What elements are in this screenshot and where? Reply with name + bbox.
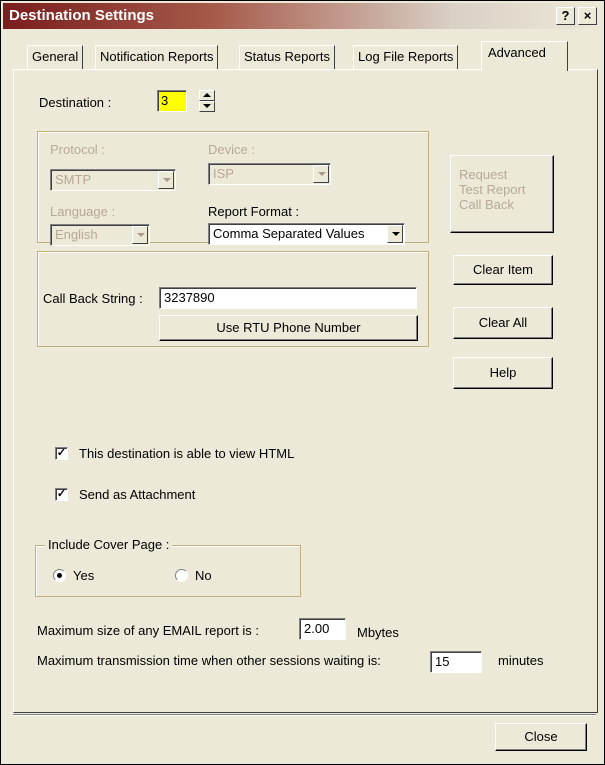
- close-button[interactable]: Close: [495, 723, 587, 751]
- close-icon[interactable]: ×: [578, 7, 597, 25]
- device-label: Device :: [208, 142, 255, 157]
- tab-notification-reports[interactable]: Notification Reports: [95, 45, 219, 69]
- chevron-down-icon: [313, 165, 329, 183]
- cover-page-yes-radio[interactable]: [53, 569, 66, 582]
- destination-label: Destination :: [39, 95, 112, 110]
- destination-spinner[interactable]: [199, 90, 215, 112]
- report-format-label: Report Format :: [208, 204, 300, 219]
- view-html-checkbox[interactable]: ✓: [55, 447, 68, 460]
- report-format-value: Comma Separated Values: [213, 226, 365, 241]
- cover-page-legend: Include Cover Page :: [45, 537, 173, 552]
- spin-down-icon[interactable]: [199, 101, 215, 112]
- destination-input[interactable]: 3: [157, 90, 187, 112]
- window-title: Destination Settings: [9, 7, 155, 24]
- spin-up-icon[interactable]: [199, 90, 215, 101]
- language-select[interactable]: English: [50, 224, 150, 246]
- callback-label: Call Back String :: [43, 291, 143, 306]
- request-test-report-button[interactable]: Request Test Report Call Back: [450, 155, 554, 233]
- help-button[interactable]: Help: [453, 357, 553, 389]
- request-line-2: Test Report: [459, 182, 526, 197]
- max-time-label: Maximum transmission time when other ses…: [37, 653, 381, 668]
- clear-all-button[interactable]: Clear All: [453, 307, 553, 339]
- clear-item-button[interactable]: Clear Item: [453, 255, 553, 285]
- use-rtu-phone-button[interactable]: Use RTU Phone Number: [159, 315, 418, 341]
- max-time-input[interactable]: 15: [430, 651, 482, 673]
- chevron-down-icon: [387, 225, 403, 243]
- protocol-select[interactable]: SMTP: [50, 169, 176, 191]
- max-size-input[interactable]: 2.00: [299, 618, 346, 640]
- max-time-unit: minutes: [498, 653, 544, 668]
- request-line-3: Call Back: [459, 197, 514, 212]
- title-bar: Destination Settings ? ×: [3, 3, 602, 29]
- protocol-label: Protocol :: [50, 142, 105, 157]
- send-attachment-checkbox[interactable]: ✓: [55, 488, 68, 501]
- report-format-select[interactable]: Comma Separated Values: [208, 223, 405, 245]
- destination-settings-dialog: Destination Settings ? × General Notific…: [0, 0, 605, 765]
- send-attachment-label: Send as Attachment: [79, 487, 196, 502]
- protocol-value: SMTP: [55, 172, 92, 187]
- tab-advanced[interactable]: Advanced: [481, 41, 568, 71]
- language-value: English: [55, 227, 98, 242]
- cover-page-yes-label: Yes: [73, 568, 95, 583]
- callback-input[interactable]: 3237890: [159, 287, 417, 309]
- language-label: Language :: [50, 204, 116, 219]
- help-icon[interactable]: ?: [556, 7, 575, 25]
- view-html-label: This destination is able to view HTML: [79, 446, 295, 461]
- max-size-unit: Mbytes: [357, 625, 399, 640]
- cover-page-no-label: No: [195, 568, 212, 583]
- device-select[interactable]: ISP: [208, 163, 331, 185]
- tab-status-reports[interactable]: Status Reports: [239, 45, 335, 69]
- tab-general[interactable]: General: [27, 45, 84, 69]
- tab-log-file-reports[interactable]: Log File Reports: [353, 45, 459, 69]
- max-size-label: Maximum size of any EMAIL report is :: [37, 623, 260, 638]
- cover-page-no-radio[interactable]: [175, 569, 188, 582]
- device-value: ISP: [213, 166, 234, 181]
- chevron-down-icon: [158, 171, 174, 189]
- request-line-1: Request: [459, 167, 508, 182]
- footer-separator: [13, 714, 596, 716]
- chevron-down-icon: [132, 226, 148, 244]
